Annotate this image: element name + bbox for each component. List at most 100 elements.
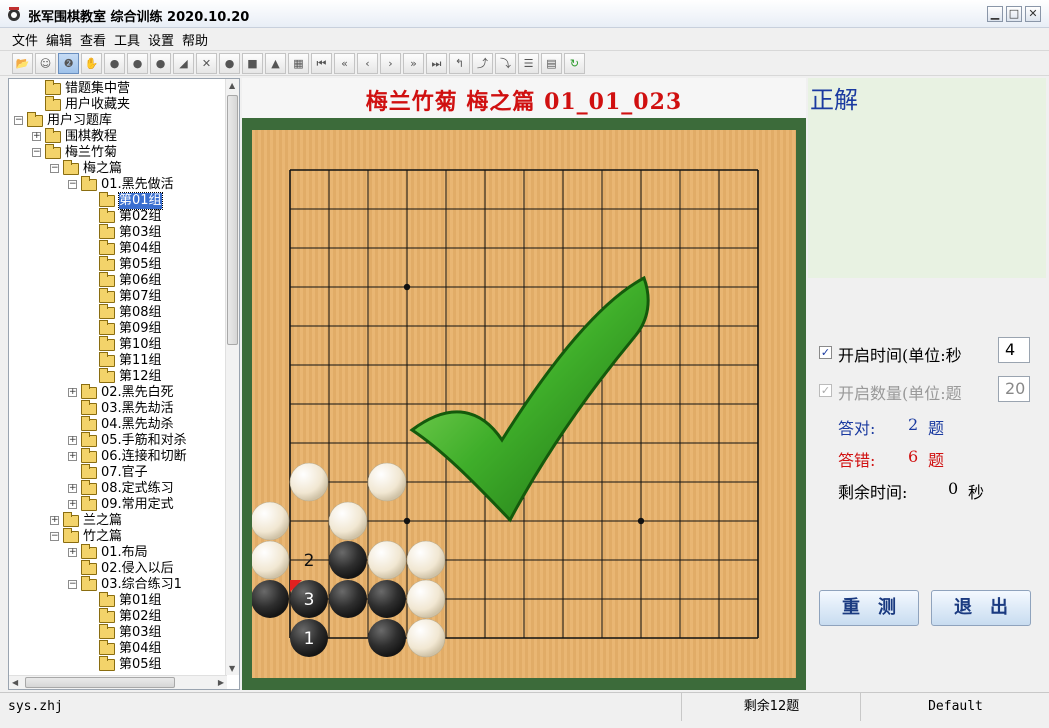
expand-icon[interactable]: +	[68, 548, 77, 557]
tree-item-label: 06.连接和切断	[101, 449, 187, 464]
folder-icon	[81, 400, 97, 415]
forward-icon[interactable]: ›	[380, 53, 401, 74]
refresh-icon[interactable]: ↻	[564, 53, 585, 74]
count-option-checkbox[interactable]: ✓	[819, 384, 832, 397]
branch-icon[interactable]: ⤴	[472, 53, 493, 74]
folder-icon	[99, 224, 115, 239]
collapse-icon[interactable]: −	[68, 580, 77, 589]
stones-icon[interactable]: ●	[104, 53, 125, 74]
menu-view[interactable]: 查看	[80, 30, 106, 49]
tree-item-label: 第06组	[119, 273, 162, 288]
star-point	[403, 283, 411, 291]
folder-icon	[99, 288, 115, 303]
open-folder-icon[interactable]: 📂	[12, 53, 33, 74]
folder-icon	[81, 176, 97, 191]
expand-icon[interactable]: +	[68, 436, 77, 445]
tree-vertical-scrollbar[interactable]: ▲ ▼	[225, 79, 239, 675]
folder-icon	[63, 160, 79, 175]
scroll-up-icon[interactable]: ▲	[229, 81, 235, 90]
tree-item-label: 08.定式练习	[101, 481, 174, 496]
expand-icon[interactable]: +	[68, 388, 77, 397]
close-button[interactable]: ✕	[1025, 6, 1041, 22]
folder-icon	[99, 320, 115, 335]
collapse-icon[interactable]: −	[32, 148, 41, 157]
undo-branch-icon[interactable]: ↰	[449, 53, 470, 74]
count-option-input[interactable]: 20	[998, 376, 1030, 402]
pass-icon[interactable]: ⤵	[495, 53, 516, 74]
move-number: 2	[304, 551, 315, 571]
go-board[interactable]: 2 3 1	[250, 130, 796, 678]
first-move-icon[interactable]: ⏮	[311, 53, 332, 74]
tree-item-label: 用户习题库	[47, 113, 113, 128]
black-stone-icon[interactable]: ●	[127, 53, 148, 74]
white-stone	[367, 540, 407, 580]
scroll-right-icon[interactable]: ▶	[218, 678, 224, 687]
gray-stone-icon[interactable]: ●	[150, 53, 171, 74]
tree-item-label: 03.综合练习1	[101, 577, 182, 592]
menu-bar: 文件 编辑 查看 工具 设置 帮助	[0, 28, 1049, 49]
circle-mark-icon[interactable]: ●	[219, 53, 240, 74]
folder-icon	[81, 496, 97, 511]
tree-vertical-scroll-thumb[interactable]	[227, 95, 238, 345]
comment-icon[interactable]: ▤	[541, 53, 562, 74]
last-move-icon[interactable]: ⏭	[426, 53, 447, 74]
folder-icon	[99, 272, 115, 287]
white-stone	[406, 618, 446, 658]
expand-icon[interactable]: +	[68, 500, 77, 509]
go-board-grid[interactable]: 2 3 1	[250, 130, 796, 678]
square-mark-icon[interactable]: ■	[242, 53, 263, 74]
time-option-input[interactable]: 4	[998, 337, 1030, 363]
expand-icon[interactable]: +	[68, 484, 77, 493]
hand-icon[interactable]: ✋	[81, 53, 102, 74]
expand-icon[interactable]: +	[68, 452, 77, 461]
cross-mark-icon[interactable]: ✕	[196, 53, 217, 74]
expand-icon[interactable]: +	[50, 516, 59, 525]
triangle-tool-icon[interactable]: ◢	[173, 53, 194, 74]
folder-icon	[81, 544, 97, 559]
collapse-icon[interactable]: −	[14, 116, 23, 125]
move-number: 1	[304, 629, 315, 649]
tree-horizontal-scroll-thumb[interactable]	[25, 677, 175, 688]
exit-button[interactable]: 退出	[931, 590, 1031, 626]
tree-item-label: 第07组	[119, 289, 162, 304]
menu-settings[interactable]: 设置	[148, 30, 174, 49]
area-mark-icon[interactable]: ▦	[288, 53, 309, 74]
numbered-stone-icon[interactable]: ❷	[58, 53, 79, 74]
problem-tree: 错题集中营 用户收藏夹 用户习题库 − 围棋教程 + 梅兰竹菊 − 梅之篇 −01.黑先做活 − 第0…	[8, 78, 240, 690]
user-icon[interactable]: ☺	[35, 53, 56, 74]
collapse-icon[interactable]: −	[50, 164, 59, 173]
white-stone	[328, 501, 368, 541]
collapse-icon[interactable]: −	[50, 532, 59, 541]
folder-icon	[45, 96, 61, 111]
white-stone	[250, 540, 290, 580]
forward-fast-icon[interactable]: »	[403, 53, 424, 74]
menu-file[interactable]: 文件	[12, 30, 38, 49]
list-icon[interactable]: ☰	[518, 53, 539, 74]
black-stone	[329, 580, 367, 618]
retest-button[interactable]: 重测	[819, 590, 919, 626]
folder-icon	[81, 416, 97, 431]
scroll-down-icon[interactable]: ▼	[229, 664, 235, 673]
back-icon[interactable]: ‹	[357, 53, 378, 74]
folder-icon	[45, 80, 61, 95]
tree-item-label: 兰之篇	[83, 513, 123, 528]
folder-icon	[99, 304, 115, 319]
tree-item-label: 01.黑先做活	[101, 177, 174, 192]
tree-item-label: 01.布局	[101, 545, 148, 560]
tree-horizontal-scrollbar[interactable]: ◀ ▶	[9, 675, 227, 689]
maximize-button[interactable]: □	[1006, 6, 1022, 22]
menu-help[interactable]: 帮助	[182, 30, 208, 49]
tree-item-label: 错题集中营	[65, 81, 131, 96]
white-stone	[250, 501, 290, 541]
folder-icon	[99, 368, 115, 383]
menu-tools[interactable]: 工具	[114, 30, 140, 49]
tree-item-label: 第04组	[119, 641, 162, 656]
back-fast-icon[interactable]: «	[334, 53, 355, 74]
scroll-left-icon[interactable]: ◀	[12, 678, 18, 687]
collapse-icon[interactable]: −	[68, 180, 77, 189]
time-option-checkbox[interactable]: ✓	[819, 346, 832, 359]
triangle-mark-icon[interactable]: ▲	[265, 53, 286, 74]
expand-icon[interactable]: +	[32, 132, 41, 141]
minimize-button[interactable]: ▁	[987, 6, 1003, 22]
menu-edit[interactable]: 编辑	[46, 30, 72, 49]
